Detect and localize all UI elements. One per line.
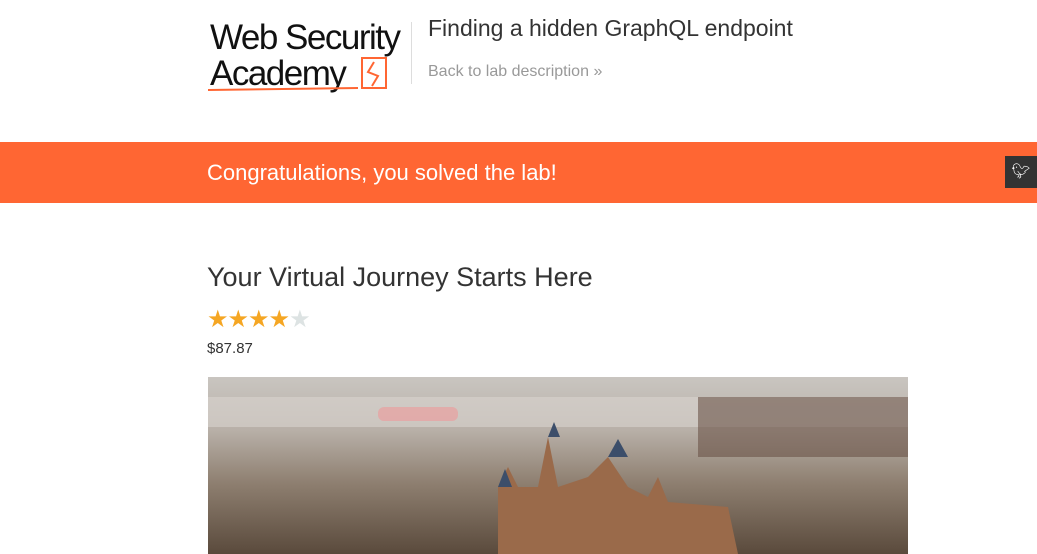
star-filled-icon: ★ <box>207 306 228 333</box>
castle-illustration <box>208 397 908 554</box>
star-filled-icon: ★ <box>268 306 290 333</box>
product-price: $87.87 <box>207 340 253 357</box>
rating-stars: ★★★★★ <box>207 305 311 334</box>
lab-title: Finding a hidden GraphQL endpoint <box>428 15 793 41</box>
product-image <box>208 377 908 554</box>
solved-message: Congratulations, you solved the lab! <box>207 160 557 185</box>
twitter-icon: 🐦︎ <box>1011 163 1031 180</box>
product-title: Your Virtual Journey Starts Here <box>207 262 593 292</box>
star-empty-icon: ★ <box>289 306 310 333</box>
solved-banner: Congratulations, you solved the lab! <box>0 142 1037 203</box>
star-filled-icon: ★ <box>227 306 249 333</box>
double-chevron-right-icon: » <box>593 63 603 80</box>
twitter-share-button[interactable]: 🐦︎ <box>1005 156 1037 188</box>
logo-mark-icon <box>208 57 387 91</box>
back-link-label: Back to lab description <box>428 63 589 80</box>
web-security-academy-logo[interactable]: Web Security Academy <box>208 20 408 92</box>
back-to-lab-link[interactable]: Back to lab description » <box>428 63 602 81</box>
star-filled-icon: ★ <box>248 306 269 333</box>
header-divider <box>411 22 412 84</box>
logo-line-1: Web Security <box>210 18 401 57</box>
